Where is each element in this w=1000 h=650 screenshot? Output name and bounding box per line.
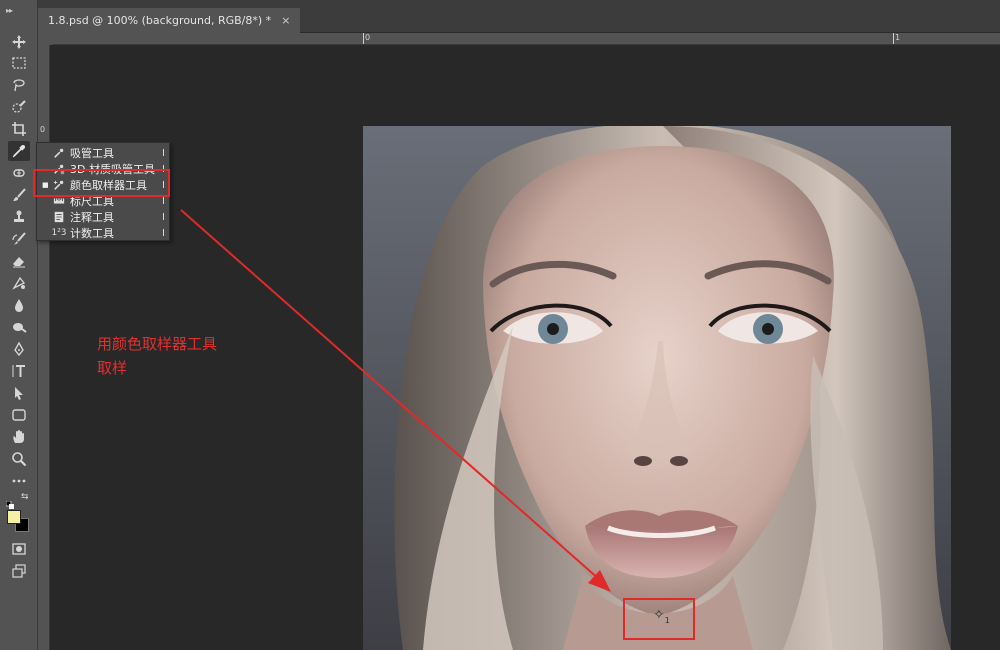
photoshop-window: ▸▸ ⇆ 1.8.psd @ 100% (background, RGB/8*)… xyxy=(0,0,1000,650)
crop-tool-icon[interactable] xyxy=(8,119,30,139)
vertical-ruler: 0 xyxy=(38,45,50,650)
quick-select-tool-icon[interactable] xyxy=(8,97,30,117)
ruler-label-one: 1 xyxy=(895,33,901,42)
eyedropper-icon xyxy=(52,146,66,160)
gradient-tool-icon[interactable] xyxy=(8,273,30,293)
sampler-glyph: ✧ xyxy=(653,607,665,623)
sampler-index: 1 xyxy=(664,615,670,625)
menu-item-shortcut: I xyxy=(162,211,165,223)
annotation-line-1: 用颜色取样器工具 xyxy=(97,335,218,353)
eraser-tool-icon[interactable] xyxy=(8,251,30,271)
annotation-line-2: 取样 xyxy=(97,359,128,377)
menu-item-shortcut: I xyxy=(162,227,165,239)
menu-item-label: 注释工具 xyxy=(70,211,114,224)
ruler-label-zero-vertical: 0 xyxy=(40,125,46,134)
document-tab-title: 1.8.psd @ 100% (background, RGB/8*) * xyxy=(48,14,272,27)
move-tool-icon[interactable] xyxy=(8,32,30,52)
color-sampler-marker-icon[interactable]: ✧1 xyxy=(653,607,670,625)
ruler-label-zero: 0 xyxy=(365,33,371,42)
close-tab-icon[interactable]: × xyxy=(281,8,290,33)
menu-item-note[interactable]: 注释工具 I xyxy=(37,209,171,225)
menu-item-eyedropper[interactable]: 吸管工具 I xyxy=(37,145,171,161)
canvas-photo[interactable] xyxy=(363,126,951,650)
menu-item-count[interactable]: 1²3 计数工具 I xyxy=(37,225,171,241)
highlight-box-color-sampler xyxy=(33,169,170,197)
pen-tool-icon[interactable] xyxy=(8,339,30,359)
marquee-tool-icon[interactable] xyxy=(8,53,30,73)
count-icon: 1²3 xyxy=(51,228,67,238)
default-colors-icon[interactable] xyxy=(5,494,14,509)
eyedropper-tool-icon[interactable] xyxy=(8,141,30,161)
blur-tool-icon[interactable] xyxy=(8,295,30,315)
screen-mode-icon[interactable] xyxy=(8,561,30,581)
horizontal-ruler: 0 1 xyxy=(52,33,1000,45)
stamp-tool-icon[interactable] xyxy=(8,207,30,227)
menu-item-label: 计数工具 xyxy=(70,227,114,240)
healing-tool-icon[interactable] xyxy=(8,163,30,183)
swap-colors-icon[interactable]: ⇆ xyxy=(21,492,29,502)
panel-grip-icon[interactable]: ▸▸ xyxy=(6,6,13,15)
history-brush-tool-icon[interactable] xyxy=(8,229,30,249)
shape-tool-icon[interactable] xyxy=(8,405,30,425)
foreground-color-swatch[interactable] xyxy=(7,510,21,524)
document-tab-bar: 1.8.psd @ 100% (background, RGB/8*) * × xyxy=(38,0,1000,33)
dodge-tool-icon[interactable] xyxy=(8,317,30,337)
note-icon xyxy=(52,210,66,224)
more-tools-icon[interactable] xyxy=(8,471,30,491)
hand-tool-icon[interactable] xyxy=(8,427,30,447)
lasso-tool-icon[interactable] xyxy=(8,75,30,95)
document-tab[interactable]: 1.8.psd @ 100% (background, RGB/8*) * × xyxy=(38,8,301,33)
menu-item-label: 吸管工具 xyxy=(70,147,114,160)
ruler-corner xyxy=(38,33,52,45)
quick-mask-icon[interactable] xyxy=(8,539,30,559)
type-tool-icon[interactable] xyxy=(8,361,30,381)
brush-tool-icon[interactable] xyxy=(8,185,30,205)
zoom-tool-icon[interactable] xyxy=(8,449,30,469)
menu-item-shortcut: I xyxy=(162,195,165,207)
path-select-tool-icon[interactable] xyxy=(8,383,30,403)
menu-item-shortcut: I xyxy=(162,147,165,159)
annotation-text: 用颜色取样器工具 取样 xyxy=(97,332,247,380)
tools-panel: ▸▸ ⇆ xyxy=(0,0,38,650)
